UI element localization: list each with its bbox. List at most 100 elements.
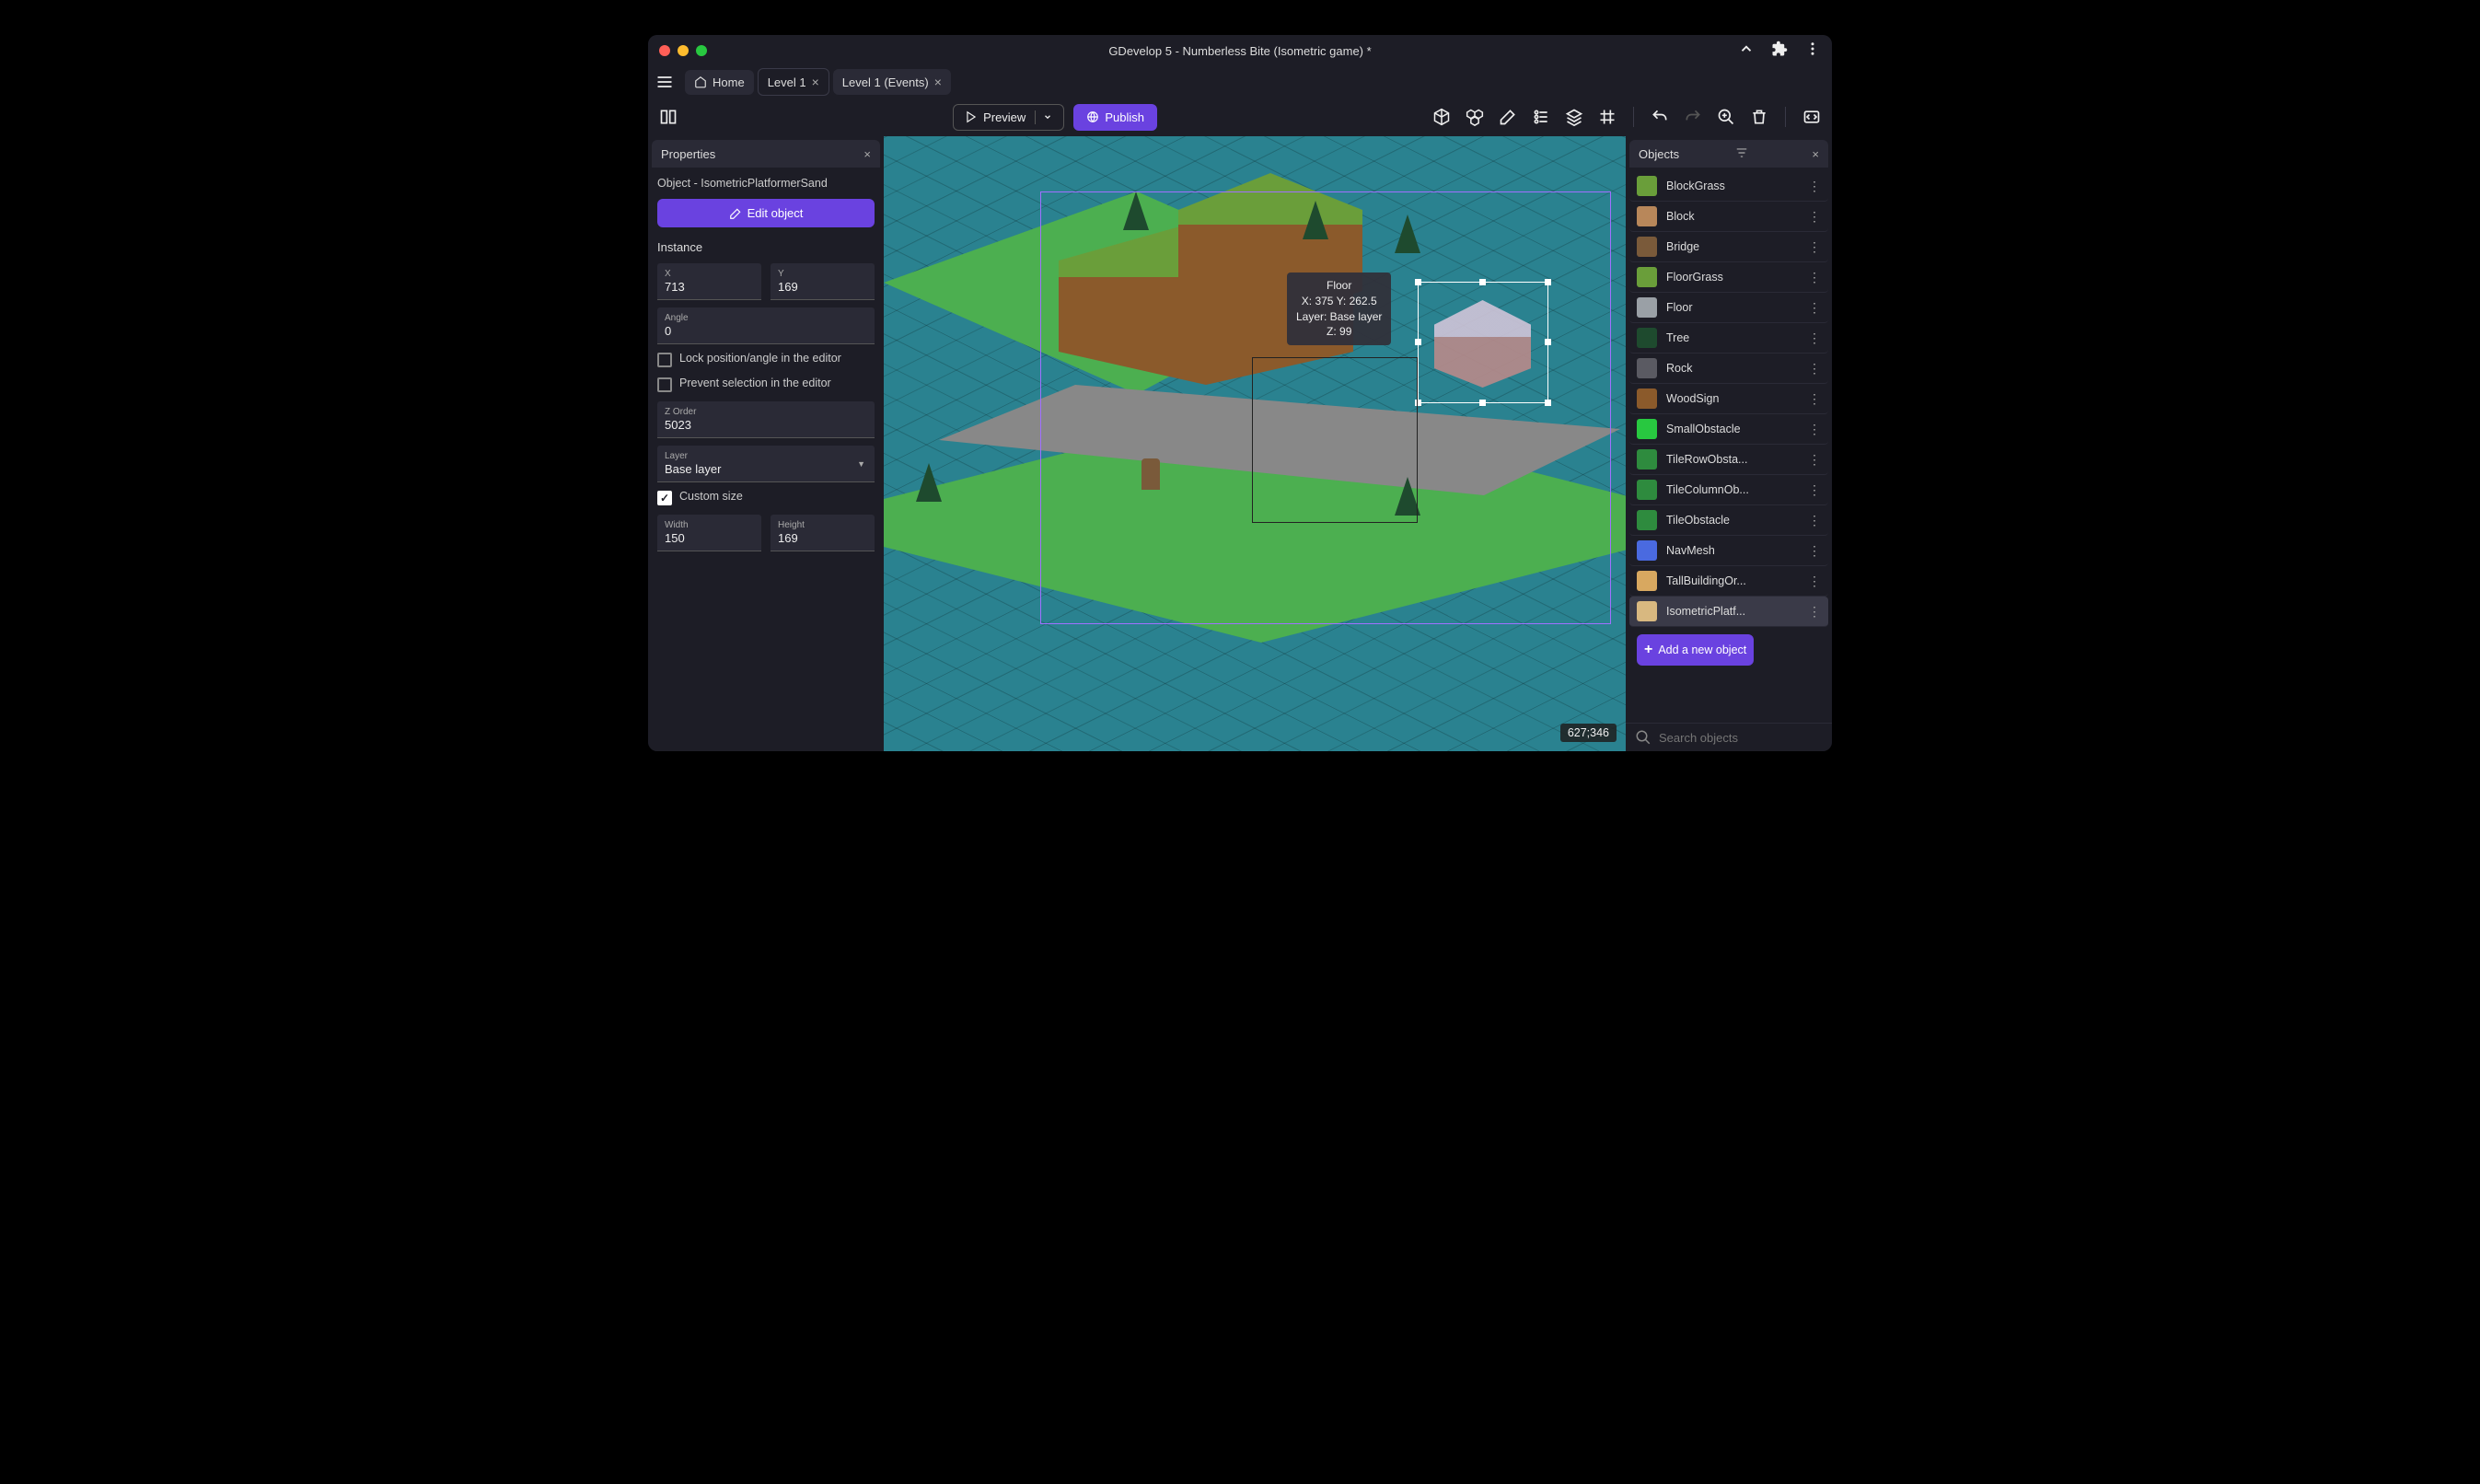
more-vert-icon[interactable]: ⋮ [1808, 179, 1821, 194]
tab-bar: Home Level 1 × Level 1 (Events) × [648, 66, 1832, 98]
object-item[interactable]: TileRowObsta...⋮ [1629, 445, 1828, 475]
tab-level1[interactable]: Level 1 × [758, 68, 829, 96]
more-vert-icon[interactable]: ⋮ [1808, 361, 1821, 377]
object-item[interactable]: WoodSign ⋮ [1629, 384, 1828, 414]
object-label: WoodSign [1666, 392, 1719, 405]
settings-icon[interactable] [1801, 106, 1823, 128]
tab-label: Level 1 (Events) [842, 75, 929, 89]
more-vert-icon[interactable]: ⋮ [1808, 452, 1821, 468]
x-input[interactable] [665, 280, 754, 294]
cursor-coords: 627;346 [1560, 724, 1617, 742]
panels-toggle-icon[interactable] [657, 106, 679, 128]
more-vert-icon[interactable]: ⋮ [1808, 391, 1821, 407]
window-close-button[interactable] [659, 45, 670, 56]
custom-size-checkbox[interactable] [657, 491, 672, 505]
object-item[interactable]: Rock⋮ [1629, 354, 1828, 384]
object-item[interactable]: Bridge⋮ [1629, 232, 1828, 262]
layer-select[interactable]: Layer [657, 446, 875, 482]
preview-dropdown[interactable] [1035, 110, 1052, 124]
more-vert-icon[interactable]: ⋮ [1808, 422, 1821, 437]
object-item[interactable]: IsometricPlatf...⋮ [1629, 597, 1828, 627]
zorder-input[interactable] [665, 418, 867, 432]
window-minimize-button[interactable] [678, 45, 689, 56]
scene-canvas[interactable]: Floor X: 375 Y: 262.5 Layer: Base layer … [884, 136, 1626, 751]
x-field[interactable]: X [657, 263, 761, 300]
object-item[interactable]: TileObstacle ⋮ [1629, 505, 1828, 536]
more-vert-icon[interactable]: ⋮ [1808, 270, 1821, 285]
more-vert-icon[interactable]: ⋮ [1808, 330, 1821, 346]
layers-icon[interactable] [1563, 106, 1585, 128]
close-icon[interactable]: × [1812, 147, 1819, 161]
object-item[interactable]: SmallObstacle⋮ [1629, 414, 1828, 445]
tab-level1-events[interactable]: Level 1 (Events) × [833, 69, 951, 95]
trash-icon[interactable] [1748, 106, 1770, 128]
publish-button[interactable]: Publish [1073, 104, 1157, 131]
custom-size-label: Custom size [679, 490, 743, 503]
object-item[interactable]: Block ⋮ [1629, 202, 1828, 232]
close-icon[interactable]: × [863, 147, 871, 161]
window-maximize-button[interactable] [696, 45, 707, 56]
grid-icon[interactable] [1596, 106, 1618, 128]
width-input[interactable] [665, 531, 754, 545]
y-field[interactable]: Y [771, 263, 875, 300]
menu-icon[interactable] [655, 73, 674, 91]
width-field[interactable]: Width [657, 515, 761, 551]
tab-label: Home [713, 75, 745, 89]
objects-header: Objects × [1629, 140, 1828, 168]
cubes-icon[interactable] [1464, 106, 1486, 128]
search-icon [1635, 729, 1651, 746]
object-label: Block [1666, 210, 1695, 223]
more-vert-icon[interactable]: ⋮ [1808, 574, 1821, 589]
more-vert-icon[interactable]: ⋮ [1808, 300, 1821, 316]
extension-icon[interactable] [1771, 41, 1788, 62]
y-input[interactable] [778, 280, 867, 294]
search-input[interactable] [1659, 731, 1823, 745]
object-item[interactable]: Floor ⋮ [1629, 293, 1828, 323]
object-item[interactable]: NavMesh⋮ [1629, 536, 1828, 566]
chevron-up-icon[interactable] [1738, 41, 1755, 62]
filter-icon[interactable] [1735, 146, 1748, 162]
objects-search [1626, 723, 1832, 751]
edit-icon[interactable] [1497, 106, 1519, 128]
titlebar: GDevelop 5 - Numberless Bite (Isometric … [648, 35, 1832, 66]
globe-icon [1086, 110, 1099, 123]
object-label: Floor [1666, 301, 1692, 314]
object-item[interactable]: TileColumnOb...⋮ [1629, 475, 1828, 505]
angle-field[interactable]: Angle [657, 307, 875, 344]
preview-button[interactable]: Preview [953, 104, 1064, 131]
tree-shape [1303, 201, 1328, 239]
object-label: TileObstacle [1666, 514, 1730, 527]
close-icon[interactable]: × [812, 75, 819, 89]
object-item[interactable]: TallBuildingOr...⋮ [1629, 566, 1828, 597]
object-thumbnail [1637, 510, 1657, 530]
object-item[interactable]: BlockGrass⋮ [1629, 171, 1828, 202]
more-vert-icon[interactable]: ⋮ [1808, 513, 1821, 528]
add-object-button[interactable]: + Add a new object [1637, 634, 1754, 666]
instances-icon[interactable] [1530, 106, 1552, 128]
angle-input[interactable] [665, 324, 867, 338]
layer-value[interactable] [665, 462, 867, 476]
cube-icon[interactable] [1431, 106, 1453, 128]
height-field[interactable]: Height [771, 515, 875, 551]
window-title: GDevelop 5 - Numberless Bite (Isometric … [1108, 44, 1371, 58]
more-vert-icon[interactable]: ⋮ [1808, 239, 1821, 255]
more-vert-icon[interactable]: ⋮ [1808, 209, 1821, 225]
edit-object-button[interactable]: Edit object [657, 199, 875, 227]
lock-checkbox[interactable] [657, 353, 672, 367]
more-vert-icon[interactable]: ⋮ [1808, 543, 1821, 559]
prevent-checkbox[interactable] [657, 377, 672, 392]
zorder-field[interactable]: Z Order [657, 401, 875, 438]
object-thumbnail [1637, 206, 1657, 226]
more-vert-icon[interactable]: ⋮ [1808, 604, 1821, 620]
redo-icon[interactable] [1682, 106, 1704, 128]
tab-home[interactable]: Home [685, 70, 754, 95]
more-vert-icon[interactable]: ⋮ [1808, 482, 1821, 498]
zoom-icon[interactable] [1715, 106, 1737, 128]
object-thumbnail [1637, 540, 1657, 561]
close-icon[interactable]: × [934, 75, 942, 89]
more-vert-icon[interactable] [1804, 41, 1821, 62]
object-item[interactable]: Tree⋮ [1629, 323, 1828, 354]
undo-icon[interactable] [1649, 106, 1671, 128]
object-item[interactable]: FloorGrass⋮ [1629, 262, 1828, 293]
height-input[interactable] [778, 531, 867, 545]
